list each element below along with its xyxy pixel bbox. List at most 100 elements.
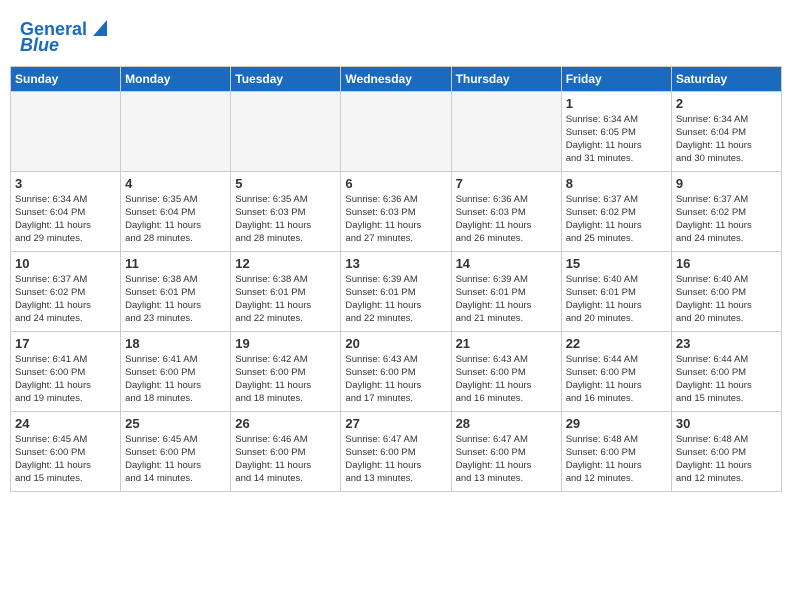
day-number: 6 (345, 176, 446, 191)
logo: General Blue (20, 20, 107, 56)
calendar-cell: 1 Sunrise: 6:34 AM Sunset: 6:05 PM Daylig… (561, 91, 671, 171)
calendar-cell (11, 91, 121, 171)
calendar-cell (121, 91, 231, 171)
day-info: Sunrise: 6:37 AM Sunset: 6:02 PM Dayligh… (15, 273, 116, 326)
day-number: 1 (566, 96, 667, 111)
calendar-week-row: 17 Sunrise: 6:41 AM Sunset: 6:00 PM Dayli… (11, 331, 782, 411)
day-info: Sunrise: 6:36 AM Sunset: 6:03 PM Dayligh… (456, 193, 557, 246)
day-info: Sunrise: 6:46 AM Sunset: 6:00 PM Dayligh… (235, 433, 336, 486)
day-info: Sunrise: 6:48 AM Sunset: 6:00 PM Dayligh… (676, 433, 777, 486)
calendar-week-row: 24Sunrise: 6:45 AM Sunset: 6:00 PM Dayli… (11, 411, 782, 491)
calendar-cell: 7 Sunrise: 6:36 AM Sunset: 6:03 PM Daylig… (451, 171, 561, 251)
calendar-cell: 23 Sunrise: 6:44 AM Sunset: 6:00 PM Dayli… (671, 331, 781, 411)
calendar-cell: 16 Sunrise: 6:40 AM Sunset: 6:00 PM Dayli… (671, 251, 781, 331)
calendar-cell: 26Sunrise: 6:46 AM Sunset: 6:00 PM Dayli… (231, 411, 341, 491)
day-info: Sunrise: 6:37 AM Sunset: 6:02 PM Dayligh… (566, 193, 667, 246)
calendar-cell: 12 Sunrise: 6:38 AM Sunset: 6:01 PM Dayli… (231, 251, 341, 331)
calendar-cell: 29 Sunrise: 6:48 AM Sunset: 6:00 PM Dayli… (561, 411, 671, 491)
weekday-header: Friday (561, 66, 671, 91)
day-info: Sunrise: 6:41 AM Sunset: 6:00 PM Dayligh… (15, 353, 116, 406)
day-number: 23 (676, 336, 777, 351)
calendar-week-row: 1 Sunrise: 6:34 AM Sunset: 6:05 PM Daylig… (11, 91, 782, 171)
day-info: Sunrise: 6:34 AM Sunset: 6:04 PM Dayligh… (15, 193, 116, 246)
calendar-cell: 6 Sunrise: 6:36 AM Sunset: 6:03 PM Daylig… (341, 171, 451, 251)
calendar-cell: 5 Sunrise: 6:35 AM Sunset: 6:03 PM Daylig… (231, 171, 341, 251)
day-info: Sunrise: 6:37 AM Sunset: 6:02 PM Dayligh… (676, 193, 777, 246)
day-info: Sunrise: 6:39 AM Sunset: 6:01 PM Dayligh… (456, 273, 557, 326)
day-info: Sunrise: 6:39 AM Sunset: 6:01 PM Dayligh… (345, 273, 446, 326)
calendar-cell: 10 Sunrise: 6:37 AM Sunset: 6:02 PM Dayli… (11, 251, 121, 331)
day-number: 9 (676, 176, 777, 191)
day-number: 16 (676, 256, 777, 271)
weekday-header: Sunday (11, 66, 121, 91)
calendar-cell: 14Sunrise: 6:39 AM Sunset: 6:01 PM Dayli… (451, 251, 561, 331)
weekday-header-row: SundayMondayTuesdayWednesdayThursdayFrid… (11, 66, 782, 91)
weekday-header: Tuesday (231, 66, 341, 91)
day-info: Sunrise: 6:43 AM Sunset: 6:00 PM Dayligh… (456, 353, 557, 406)
day-number: 13 (345, 256, 446, 271)
day-info: Sunrise: 6:35 AM Sunset: 6:03 PM Dayligh… (235, 193, 336, 246)
calendar-cell: 20 Sunrise: 6:43 AM Sunset: 6:00 PM Dayli… (341, 331, 451, 411)
day-info: Sunrise: 6:38 AM Sunset: 6:01 PM Dayligh… (125, 273, 226, 326)
day-number: 17 (15, 336, 116, 351)
calendar-cell: 11 Sunrise: 6:38 AM Sunset: 6:01 PM Dayli… (121, 251, 231, 331)
calendar-table: SundayMondayTuesdayWednesdayThursdayFrid… (10, 66, 782, 492)
day-number: 29 (566, 416, 667, 431)
day-number: 19 (235, 336, 336, 351)
day-info: Sunrise: 6:40 AM Sunset: 6:00 PM Dayligh… (676, 273, 777, 326)
calendar-cell: 28 Sunrise: 6:47 AM Sunset: 6:00 PM Dayli… (451, 411, 561, 491)
day-number: 27 (345, 416, 446, 431)
calendar-cell: 24Sunrise: 6:45 AM Sunset: 6:00 PM Dayli… (11, 411, 121, 491)
calendar-cell: 21 Sunrise: 6:43 AM Sunset: 6:00 PM Dayli… (451, 331, 561, 411)
day-number: 21 (456, 336, 557, 351)
day-info: Sunrise: 6:36 AM Sunset: 6:03 PM Dayligh… (345, 193, 446, 246)
day-info: Sunrise: 6:34 AM Sunset: 6:05 PM Dayligh… (566, 113, 667, 166)
calendar-cell: 13 Sunrise: 6:39 AM Sunset: 6:01 PM Dayli… (341, 251, 451, 331)
calendar-cell (231, 91, 341, 171)
day-info: Sunrise: 6:45 AM Sunset: 6:00 PM Dayligh… (125, 433, 226, 486)
day-number: 8 (566, 176, 667, 191)
calendar-cell: 17 Sunrise: 6:41 AM Sunset: 6:00 PM Dayli… (11, 331, 121, 411)
day-info: Sunrise: 6:44 AM Sunset: 6:00 PM Dayligh… (566, 353, 667, 406)
day-info: Sunrise: 6:43 AM Sunset: 6:00 PM Dayligh… (345, 353, 446, 406)
calendar-cell: 27 Sunrise: 6:47 AM Sunset: 6:00 PM Dayli… (341, 411, 451, 491)
calendar-cell: 2Sunrise: 6:34 AM Sunset: 6:04 PM Daylig… (671, 91, 781, 171)
day-info: Sunrise: 6:41 AM Sunset: 6:00 PM Dayligh… (125, 353, 226, 406)
day-number: 11 (125, 256, 226, 271)
day-number: 5 (235, 176, 336, 191)
calendar-cell (341, 91, 451, 171)
day-info: Sunrise: 6:44 AM Sunset: 6:00 PM Dayligh… (676, 353, 777, 406)
calendar-cell: 4 Sunrise: 6:35 AM Sunset: 6:04 PM Daylig… (121, 171, 231, 251)
logo-triangle-icon (89, 20, 107, 38)
weekday-header: Thursday (451, 66, 561, 91)
calendar-cell: 8 Sunrise: 6:37 AM Sunset: 6:02 PM Daylig… (561, 171, 671, 251)
calendar-cell (451, 91, 561, 171)
logo-blue-text: Blue (20, 36, 59, 56)
day-number: 15 (566, 256, 667, 271)
day-number: 4 (125, 176, 226, 191)
day-number: 28 (456, 416, 557, 431)
day-number: 3 (15, 176, 116, 191)
day-number: 20 (345, 336, 446, 351)
weekday-header: Saturday (671, 66, 781, 91)
day-number: 22 (566, 336, 667, 351)
day-info: Sunrise: 6:35 AM Sunset: 6:04 PM Dayligh… (125, 193, 226, 246)
calendar-cell: 25 Sunrise: 6:45 AM Sunset: 6:00 PM Dayli… (121, 411, 231, 491)
calendar-week-row: 3 Sunrise: 6:34 AM Sunset: 6:04 PM Daylig… (11, 171, 782, 251)
calendar-cell: 3 Sunrise: 6:34 AM Sunset: 6:04 PM Daylig… (11, 171, 121, 251)
day-info: Sunrise: 6:47 AM Sunset: 6:00 PM Dayligh… (345, 433, 446, 486)
day-number: 10 (15, 256, 116, 271)
day-number: 7 (456, 176, 557, 191)
day-info: Sunrise: 6:47 AM Sunset: 6:00 PM Dayligh… (456, 433, 557, 486)
day-number: 25 (125, 416, 226, 431)
weekday-header: Wednesday (341, 66, 451, 91)
day-info: Sunrise: 6:48 AM Sunset: 6:00 PM Dayligh… (566, 433, 667, 486)
page-header: General Blue (10, 10, 782, 61)
calendar-week-row: 10 Sunrise: 6:37 AM Sunset: 6:02 PM Dayli… (11, 251, 782, 331)
day-number: 12 (235, 256, 336, 271)
day-info: Sunrise: 6:40 AM Sunset: 6:01 PM Dayligh… (566, 273, 667, 326)
calendar-cell: 9 Sunrise: 6:37 AM Sunset: 6:02 PM Daylig… (671, 171, 781, 251)
day-info: Sunrise: 6:38 AM Sunset: 6:01 PM Dayligh… (235, 273, 336, 326)
day-number: 2 (676, 96, 777, 111)
weekday-header: Monday (121, 66, 231, 91)
